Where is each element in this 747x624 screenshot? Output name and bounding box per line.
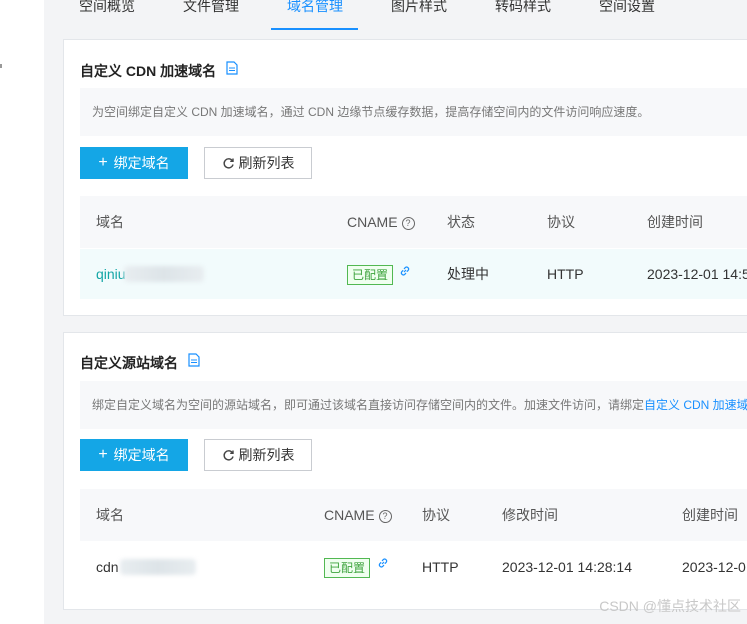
row-protocol: HTTP <box>422 559 459 575</box>
col-cname: CNAME? <box>324 489 392 541</box>
cdn-section-title: 自定义 CDN 加速域名 <box>80 63 217 79</box>
col-cname-label: CNAME <box>324 507 375 523</box>
help-icon[interactable]: ? <box>401 217 415 230</box>
tab-files[interactable]: 文件管理 <box>183 0 239 16</box>
row-created: 2023-12-01 14:5 <box>647 266 747 282</box>
origin-bind-domain-label: 绑定域名 <box>113 447 170 463</box>
tab-domains[interactable]: 域名管理 <box>287 0 343 16</box>
link-icon[interactable] <box>377 557 389 572</box>
help-icon[interactable]: ? <box>378 510 392 523</box>
refresh-icon <box>222 449 234 460</box>
origin-description-text: 绑定自定义域名为空间的源站域名，即可通过该域名直接访问存储空间内的文件。加速文件… <box>92 398 645 412</box>
col-cname: CNAME? <box>347 196 415 248</box>
refresh-icon <box>222 157 234 168</box>
cdn-bind-domain-button[interactable]: + 绑定域名 <box>80 147 188 179</box>
tab-transcode-styles[interactable]: 转码样式 <box>495 0 551 16</box>
cname-configured-badge: 已配置 <box>324 558 371 578</box>
row-domain-link[interactable]: qiniu <box>96 249 126 299</box>
tab-bar: 空间概览 文件管理 域名管理 图片样式 转码样式 空间设置 <box>44 0 747 30</box>
plus-icon: + <box>98 446 108 463</box>
tab-space-settings[interactable]: 空间设置 <box>599 0 655 16</box>
col-modified: 修改时间 <box>502 507 558 523</box>
cdn-refresh-list-button[interactable]: 刷新列表 <box>204 147 312 179</box>
row-modified: 2023-12-01 14:28:14 <box>502 559 632 575</box>
link-icon[interactable] <box>399 265 411 280</box>
col-domain: 域名 <box>96 214 124 230</box>
left-nav-rail <box>0 0 45 624</box>
tab-overview[interactable]: 空间概览 <box>79 0 135 16</box>
col-protocol: 协议 <box>422 507 450 523</box>
watermark: CSDN @懂点技术社区 <box>599 598 741 614</box>
col-created: 创建时间 <box>682 507 738 523</box>
cdn-section-description: 为空间绑定自定义 CDN 加速域名，通过 CDN 边缘节点缓存数据，提高存储空间… <box>80 88 747 136</box>
col-status: 状态 <box>447 214 475 230</box>
origin-section-title: 自定义源站域名 <box>80 355 178 371</box>
col-cname-label: CNAME <box>347 214 398 230</box>
cdn-bind-domain-label: 绑定域名 <box>113 155 170 171</box>
plus-icon: + <box>98 154 108 171</box>
main-content: 空间概览 文件管理 域名管理 图片样式 转码样式 空间设置 自定义 CDN 加速… <box>44 0 747 624</box>
cdn-refresh-list-label: 刷新列表 <box>238 155 295 171</box>
origin-table-header: 域名 CNAME? 协议 修改时间 创建时间 <box>80 489 747 541</box>
col-protocol: 协议 <box>547 214 575 230</box>
origin-refresh-list-label: 刷新列表 <box>238 447 295 463</box>
origin-bind-domain-button[interactable]: + 绑定域名 <box>80 439 188 471</box>
col-domain: 域名 <box>96 507 124 523</box>
origin-refresh-list-button[interactable]: 刷新列表 <box>204 439 312 471</box>
document-icon[interactable] <box>226 61 238 75</box>
nav-marker <box>0 64 2 68</box>
document-icon[interactable] <box>188 353 200 367</box>
redacted-domain <box>124 266 204 282</box>
cdn-table-header: 域名 CNAME? 状态 协议 创建时间 <box>80 196 747 248</box>
cname-configured-badge: 已配置 <box>347 265 394 285</box>
row-created: 2023-12-0 <box>682 559 746 575</box>
tab-image-styles[interactable]: 图片样式 <box>391 0 447 16</box>
table-row: qiniu 已配置 处理中 HTTP 2023-12-01 14:5 <box>80 249 747 299</box>
redacted-domain <box>120 559 196 575</box>
cdn-domain-card: 自定义 CDN 加速域名 为空间绑定自定义 CDN 加速域名，通过 CDN 边缘… <box>63 39 747 316</box>
col-created: 创建时间 <box>647 214 703 230</box>
cdn-domain-link[interactable]: 自定义 CDN 加速域 <box>644 398 747 412</box>
origin-domain-card: 自定义源站域名 绑定自定义域名为空间的源站域名，即可通过该域名直接访问存储空间内… <box>63 332 747 610</box>
row-domain: cdn <box>96 559 119 575</box>
origin-section-description: 绑定自定义域名为空间的源站域名，即可通过该域名直接访问存储空间内的文件。加速文件… <box>80 381 747 429</box>
row-protocol: HTTP <box>547 266 584 282</box>
table-row: cdn 已配置 HTTP 2023-12-01 14:28:14 2023-12… <box>80 542 747 592</box>
row-status: 处理中 <box>447 266 489 282</box>
active-tab-indicator <box>271 28 358 30</box>
